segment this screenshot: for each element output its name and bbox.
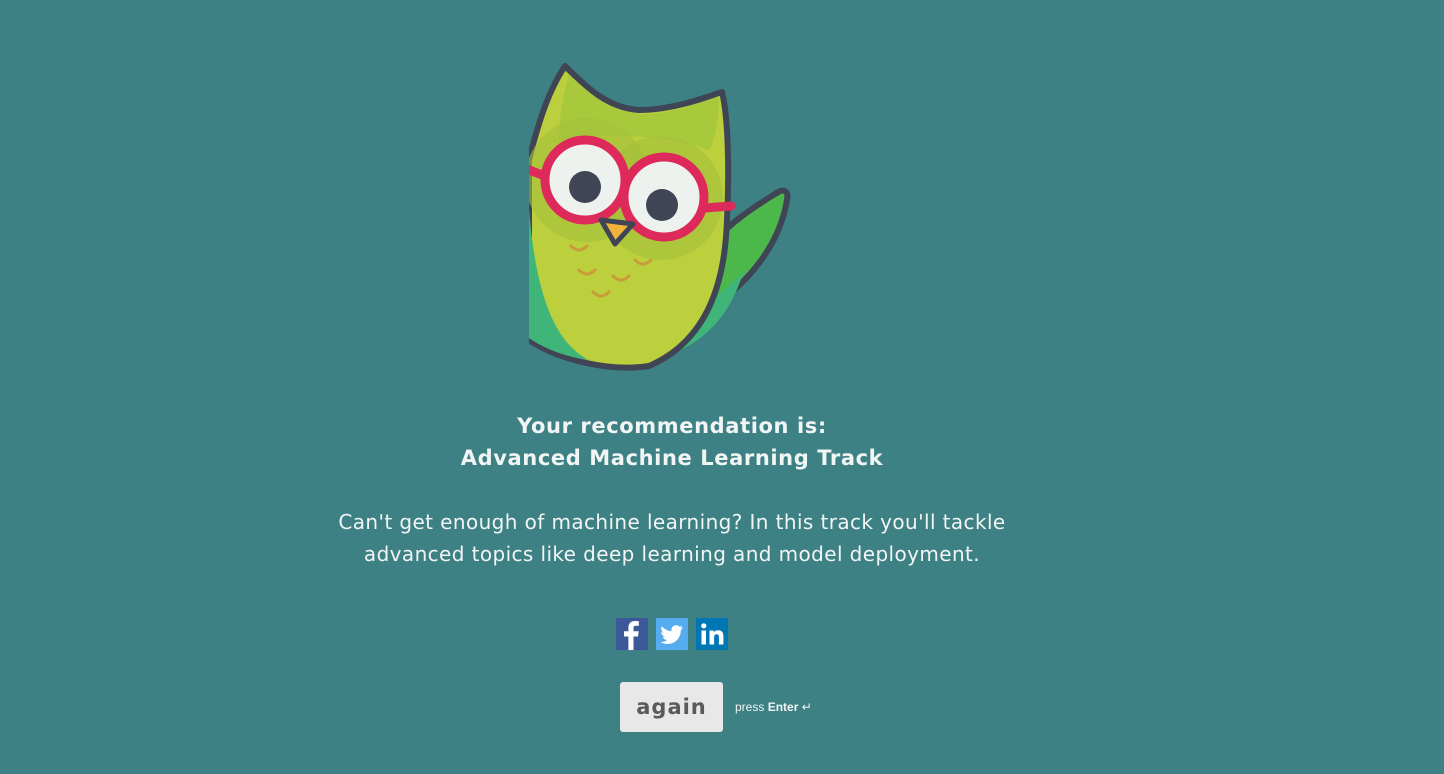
track-description-line: Can't get enough of machine learning? In… [338, 510, 1006, 534]
result-page: Your recommendation is: Advanced Machine… [0, 0, 1444, 774]
facebook-icon [616, 618, 648, 650]
share-buttons [616, 618, 728, 650]
recommendation-heading: Your recommendation is: [517, 414, 827, 438]
track-description: Can't get enough of machine learning? In… [296, 506, 1048, 570]
hint-prefix: press [735, 700, 765, 714]
hint-key: Enter [767, 700, 799, 714]
linkedin-icon [696, 618, 728, 650]
owl-mascot-illustration [529, 63, 791, 371]
twitter-icon [656, 618, 688, 650]
share-facebook-button[interactable] [616, 618, 648, 650]
again-button[interactable]: again [620, 682, 723, 732]
track-description-line: advanced topics like deep learning and m… [363, 542, 981, 566]
share-twitter-button[interactable] [656, 618, 688, 650]
keyboard-hint: press Enter ↵ [735, 699, 812, 715]
recommended-track-title: Advanced Machine Learning Track [460, 446, 884, 470]
share-linkedin-button[interactable] [696, 618, 728, 650]
enter-key-icon: ↵ [801, 700, 812, 714]
